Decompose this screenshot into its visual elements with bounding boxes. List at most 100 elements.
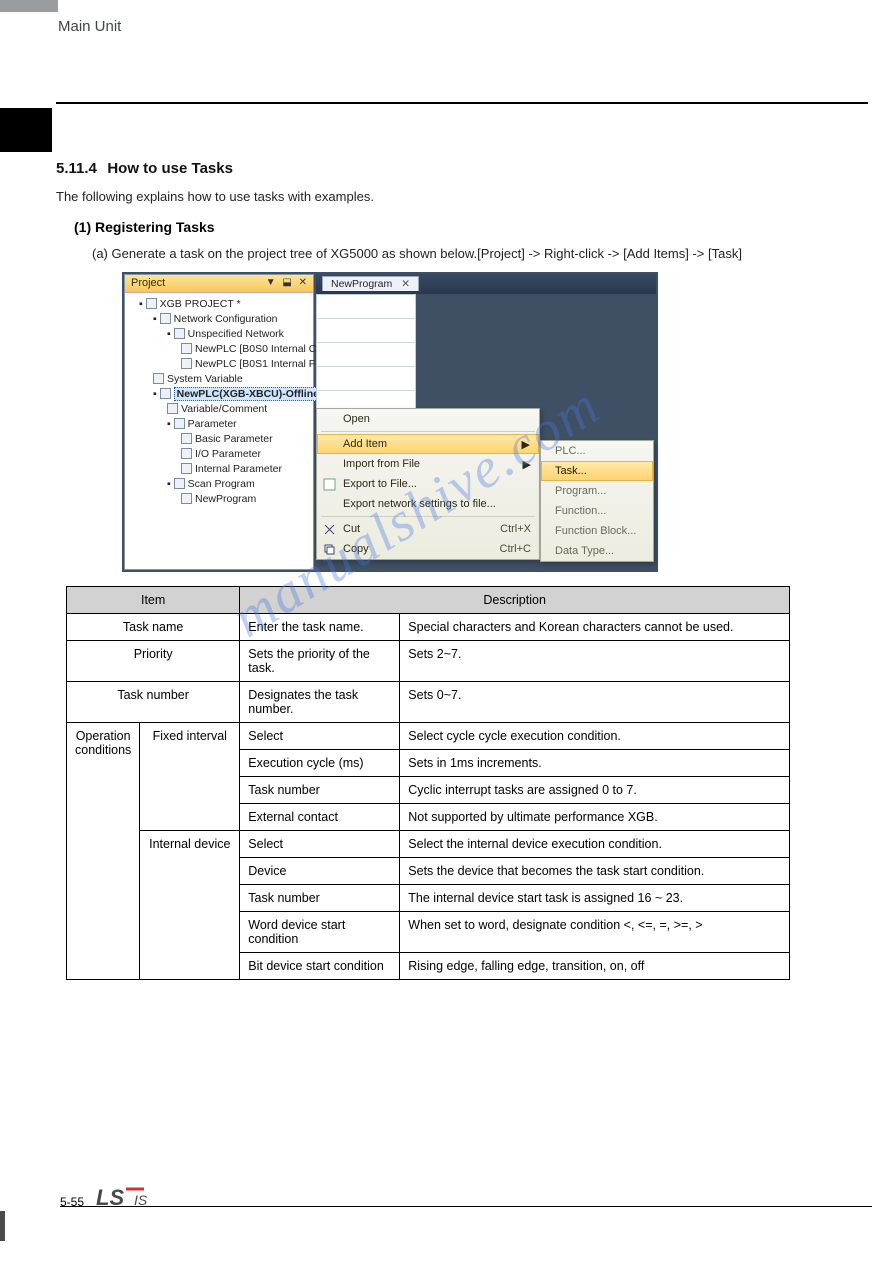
cell: Select cycle cycle execution condition. — [400, 722, 790, 749]
folder-icon — [174, 478, 185, 489]
tree-root[interactable]: ▪ XGB PROJECT * — [139, 297, 311, 312]
param-icon — [181, 433, 192, 444]
cell-fixed: Fixed interval — [140, 722, 240, 830]
network-icon — [160, 313, 171, 324]
cell: The internal device start task is assign… — [400, 884, 790, 911]
svg-text:IS: IS — [134, 1192, 148, 1208]
intro-text: The following explains how to use tasks … — [56, 188, 868, 207]
menu-open[interactable]: Open — [317, 409, 539, 429]
tree-netconf[interactable]: ▪ Network Configuration — [153, 312, 311, 327]
tree-varcom[interactable]: Variable/Comment — [167, 402, 311, 417]
submenu-function-block[interactable]: Function Block... — [541, 521, 653, 541]
tree-unspec[interactable]: ▪ Unspecified Network — [167, 327, 311, 342]
table-header-row: Item Description — [67, 586, 790, 613]
param-icon — [174, 418, 185, 429]
chapter-header: Main Unit — [58, 18, 121, 35]
tab-label: NewProgram — [331, 278, 392, 290]
menu-add-item[interactable]: Add Item▶ — [317, 434, 539, 454]
subsection-1: (1) Registering Tasks — [74, 219, 868, 235]
cell: Special characters and Korean characters… — [400, 613, 790, 640]
cell-opcond: Operation conditions — [67, 722, 140, 979]
step-a: (a) Generate a task on the project tree … — [92, 245, 868, 264]
side-black-block — [0, 108, 52, 152]
table-row: Priority Sets the priority of the task. … — [67, 640, 790, 681]
cell: Sets the priority of the task. — [240, 640, 400, 681]
project-panel: Project ▼ ⬓ ✕ ▪ XGB PROJECT * ▪ Network … — [124, 274, 314, 570]
submenu-data-type[interactable]: Data Type... — [541, 541, 653, 561]
var-icon — [167, 403, 178, 414]
submenu-function[interactable]: Function... — [541, 501, 653, 521]
editor-tab-strip: NewProgram ✕ — [316, 274, 656, 294]
panel-title-text: Project — [131, 277, 165, 289]
context-menu[interactable]: Open Add Item▶ Import from File▶ Export … — [316, 408, 540, 560]
cell-internal: Internal device — [140, 830, 240, 979]
submenu-program[interactable]: Program... — [541, 481, 653, 501]
page-number: 5-55 — [60, 1195, 84, 1209]
menu-copy[interactable]: CopyCtrl+C — [317, 539, 539, 559]
cell: Bit device start condition — [240, 952, 400, 979]
table-row: Task name Enter the task name. Special c… — [67, 613, 790, 640]
param-icon — [181, 463, 192, 474]
menu-cut[interactable]: CutCtrl+X — [317, 519, 539, 539]
table-row: Operation conditions Fixed interval Sele… — [67, 722, 790, 749]
section-number: 5.11.4 — [56, 160, 97, 177]
decorative-block-top — [0, 0, 58, 12]
menu-separator — [321, 431, 535, 432]
tab-newprogram[interactable]: NewProgram ✕ — [322, 276, 419, 291]
cell: Task number — [240, 776, 400, 803]
header-rule — [56, 102, 868, 104]
module-icon — [181, 358, 192, 369]
cell: Enter the task name. — [240, 613, 400, 640]
project-tree[interactable]: ▪ XGB PROJECT * ▪ Network Configuration … — [125, 293, 313, 507]
tree-param[interactable]: ▪ Parameter — [167, 417, 311, 432]
tree-newprog[interactable]: NewProgram — [181, 492, 311, 507]
cell: Rising edge, falling edge, transition, o… — [400, 952, 790, 979]
submenu-task[interactable]: Task... — [541, 461, 653, 481]
tree-internal[interactable]: Internal Parameter — [181, 462, 311, 477]
cell: Task name — [67, 613, 240, 640]
table-row: Task number Designates the task number. … — [67, 681, 790, 722]
tree-fenet[interactable]: NewPLC [B0S1 Internal FEnet] — [181, 357, 311, 372]
cell: Sets 0~7. — [400, 681, 790, 722]
cut-icon — [323, 523, 336, 536]
prog-icon — [181, 493, 192, 504]
ladder-area — [316, 294, 416, 414]
lsis-logo: LS IS — [96, 1185, 186, 1213]
submenu-plc[interactable]: PLC... — [541, 441, 653, 461]
decorative-block-bottom — [0, 1211, 5, 1241]
menu-export[interactable]: Export to File... — [317, 474, 539, 494]
page-footer: 5-55 LS IS — [60, 1206, 872, 1207]
tree-sysvar[interactable]: System Variable — [153, 372, 311, 387]
shortcut-text: Ctrl+X — [500, 523, 531, 535]
param-icon — [181, 448, 192, 459]
add-item-submenu[interactable]: PLC... Task... Program... Function... Fu… — [540, 440, 654, 562]
tree-cnet[interactable]: NewPLC [B0S0 Internal Cnet] — [181, 342, 311, 357]
node-icon — [174, 328, 185, 339]
cell: Select — [240, 830, 400, 857]
project-icon — [146, 298, 157, 309]
table-row: Internal device SelectSelect the interna… — [67, 830, 790, 857]
cell: Select the internal device execution con… — [400, 830, 790, 857]
tree-newplc[interactable]: ▪ NewPLC(XGB-XBCU)-Offline — [153, 387, 311, 402]
close-icon[interactable]: ✕ — [401, 278, 410, 290]
menu-export-network[interactable]: Export network settings to file... — [317, 494, 539, 514]
panel-controls[interactable]: ▼ ⬓ ✕ — [266, 277, 309, 288]
menu-import[interactable]: Import from File▶ — [317, 454, 539, 474]
col-desc: Description — [240, 586, 790, 613]
menu-separator — [321, 516, 535, 517]
svg-text:LS: LS — [96, 1185, 124, 1210]
col-item: Item — [67, 586, 240, 613]
section-title: How to use Tasks — [107, 160, 233, 177]
chevron-right-icon: ▶ — [523, 458, 531, 471]
shortcut-text: Ctrl+C — [500, 543, 531, 555]
cell: Cyclic interrupt tasks are assigned 0 to… — [400, 776, 790, 803]
tree-io[interactable]: I/O Parameter — [181, 447, 311, 462]
tree-scan[interactable]: ▪ Scan Program — [167, 477, 311, 492]
cell: Sets in 1ms increments. — [400, 749, 790, 776]
chevron-right-icon: ▶ — [522, 438, 530, 451]
xg5000-screenshot: Project ▼ ⬓ ✕ ▪ XGB PROJECT * ▪ Network … — [122, 272, 658, 572]
var-icon — [153, 373, 164, 384]
export-icon — [323, 478, 336, 491]
tree-basic[interactable]: Basic Parameter — [181, 432, 311, 447]
plc-icon — [160, 388, 171, 399]
